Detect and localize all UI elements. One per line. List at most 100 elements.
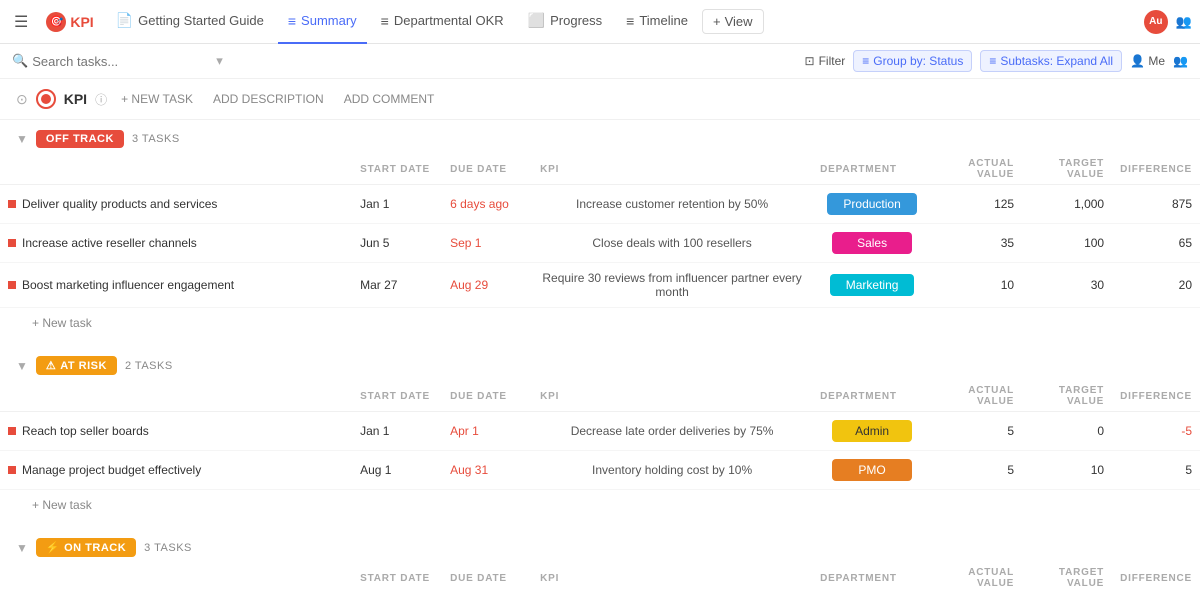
start-date-0-2: Mar 27 bbox=[352, 263, 442, 308]
col-header-diff-2: DIFFERENCE bbox=[1112, 381, 1200, 412]
task-name-1-0: Reach top seller boards bbox=[8, 424, 344, 438]
timeline-icon: ≡ bbox=[626, 13, 634, 29]
off-track-badge: OFF TRACK bbox=[36, 130, 124, 148]
search-icon: 🔍 bbox=[12, 53, 28, 69]
dept-0-1: Sales bbox=[812, 224, 932, 263]
col-header-diff-3: DIFFERENCE bbox=[1112, 563, 1200, 592]
add-description-action[interactable]: ADD DESCRIPTION bbox=[207, 92, 330, 106]
actual-0-1: 35 bbox=[932, 224, 1022, 263]
at-risk-table: START DATE DUE DATE KPI DEPARTMENT ACTUA… bbox=[0, 381, 1200, 490]
col-header-target: TARGET VALUE bbox=[1022, 154, 1112, 185]
diff-0-1: 65 bbox=[1112, 224, 1200, 263]
departmental-icon: ≡ bbox=[381, 13, 389, 29]
due-date-1-0: Apr 1 bbox=[442, 412, 532, 451]
users-filter-button[interactable]: 👥 bbox=[1173, 54, 1188, 68]
tab-progress[interactable]: ⬜ Progress bbox=[518, 0, 612, 44]
table-row[interactable]: Boost marketing influencer engagement Ma… bbox=[0, 263, 1200, 308]
task-square-red bbox=[8, 466, 16, 474]
due-date-0-0: 6 days ago bbox=[442, 185, 532, 224]
table-row[interactable]: Reach top seller boards Jan 1 Apr 1 Decr… bbox=[0, 412, 1200, 451]
group-on-track-toggle[interactable]: ▼ bbox=[16, 541, 28, 555]
group-at-risk-toggle[interactable]: ▼ bbox=[16, 359, 28, 373]
dept-badge-production: Production bbox=[827, 193, 916, 215]
diff-1-0: -5 bbox=[1112, 412, 1200, 451]
group-off-track-header: ▼ OFF TRACK 3 TASKS bbox=[0, 120, 1200, 154]
col-header-due-3: DUE DATE bbox=[442, 563, 532, 592]
subtasks-button[interactable]: ≡ Subtasks: Expand All bbox=[980, 50, 1122, 72]
table-row[interactable]: Increase active reseller channels Jun 5 … bbox=[0, 224, 1200, 263]
col-header-task-3 bbox=[0, 563, 352, 592]
kpi-status-icon bbox=[36, 89, 56, 109]
search-dropdown-chevron[interactable]: ▾ bbox=[216, 53, 223, 69]
start-date-1-1: Aug 1 bbox=[352, 451, 442, 490]
off-track-label: OFF TRACK bbox=[46, 133, 114, 145]
due-date-0-2: Aug 29 bbox=[442, 263, 532, 308]
filter-icon: ⊡ bbox=[805, 54, 815, 68]
at-risk-count: 2 TASKS bbox=[125, 360, 173, 372]
col-header-start-2: START DATE bbox=[352, 381, 442, 412]
app-title: KPI bbox=[70, 14, 93, 30]
task-name-0-2: Boost marketing influencer engagement bbox=[8, 278, 344, 292]
group-icon: ≡ bbox=[862, 54, 869, 68]
actual-0-0: 125 bbox=[932, 185, 1022, 224]
main-content: ▼ OFF TRACK 3 TASKS START DATE DUE DATE … bbox=[0, 120, 1200, 592]
due-date-1-1: Aug 31 bbox=[442, 451, 532, 490]
filter-toolbar: ⊡ Filter ≡ Group by: Status ≡ Subtasks: … bbox=[805, 50, 1188, 72]
add-comment-action[interactable]: ADD COMMENT bbox=[338, 92, 441, 106]
on-track-table: START DATE DUE DATE KPI DEPARTMENT ACTUA… bbox=[0, 563, 1200, 592]
col-header-dept-3: DEPARTMENT bbox=[812, 563, 932, 592]
users-button[interactable]: 👥 bbox=[1176, 14, 1192, 30]
dept-badge-admin: Admin bbox=[832, 420, 912, 442]
tab-departmental-okr[interactable]: ≡ Departmental OKR bbox=[371, 0, 514, 44]
group-by-button[interactable]: ≡ Group by: Status bbox=[853, 50, 972, 72]
kpi-collapse-toggle[interactable]: ⊙ bbox=[16, 91, 28, 108]
table-row[interactable]: Deliver quality products and services Ja… bbox=[0, 185, 1200, 224]
col-header-due-2: DUE DATE bbox=[442, 381, 532, 412]
group-off-track-toggle[interactable]: ▼ bbox=[16, 132, 28, 146]
col-header-kpi-2: KPI bbox=[532, 381, 812, 412]
tab-getting-started[interactable]: 📄 Getting Started Guide bbox=[106, 0, 274, 44]
tab-timeline[interactable]: ≡ Timeline bbox=[616, 0, 698, 44]
filter-button[interactable]: ⊡ Filter bbox=[805, 54, 846, 68]
on-track-count: 3 TASKS bbox=[144, 542, 192, 554]
new-task-action[interactable]: + NEW TASK bbox=[115, 92, 199, 106]
target-0-1: 100 bbox=[1022, 224, 1112, 263]
table-row[interactable]: Manage project budget effectively Aug 1 … bbox=[0, 451, 1200, 490]
col-header-actual-3: ACTUAL VALUE bbox=[932, 563, 1022, 592]
on-track-label: ON TRACK bbox=[64, 542, 126, 554]
task-square-red bbox=[8, 239, 16, 247]
task-square-red bbox=[8, 281, 16, 289]
tab-summary[interactable]: ≡ Summary bbox=[278, 0, 367, 44]
users-filter-icon: 👥 bbox=[1173, 54, 1188, 68]
dept-badge-sales: Sales bbox=[832, 232, 912, 254]
search-input[interactable] bbox=[32, 54, 212, 69]
kpi-1-0: Decrease late order deliveries by 75% bbox=[532, 412, 812, 451]
summary-icon: ≡ bbox=[288, 13, 296, 29]
col-header-start: START DATE bbox=[352, 154, 442, 185]
add-view-button[interactable]: + View bbox=[702, 9, 764, 34]
warning-icon: ⚠ bbox=[46, 359, 56, 372]
dept-1-0: Admin bbox=[812, 412, 932, 451]
hamburger-menu[interactable]: ☰ bbox=[8, 8, 34, 36]
plus-icon: + bbox=[713, 14, 721, 29]
col-header-actual: ACTUAL VALUE bbox=[932, 154, 1022, 185]
col-header-kpi-3: KPI bbox=[532, 563, 812, 592]
subtasks-icon: ≡ bbox=[989, 54, 996, 68]
filter-label: Filter bbox=[819, 54, 846, 68]
dept-0-2: Marketing bbox=[812, 263, 932, 308]
kpi-info-icon[interactable]: ⓘ bbox=[95, 91, 107, 108]
group-at-risk-header: ▼ ⚠ AT RISK 2 TASKS bbox=[0, 346, 1200, 381]
getting-started-icon: 📄 bbox=[116, 12, 133, 29]
user-avatar[interactable]: Au bbox=[1144, 10, 1168, 34]
task-square-red bbox=[8, 427, 16, 435]
lightning-icon: ⚡ bbox=[46, 541, 60, 554]
actual-0-2: 10 bbox=[932, 263, 1022, 308]
col-header-start-3: START DATE bbox=[352, 563, 442, 592]
tab-departmental-label: Departmental OKR bbox=[394, 13, 504, 28]
me-button[interactable]: 👤 Me bbox=[1130, 54, 1165, 68]
users-icon: 👥 bbox=[1176, 14, 1192, 30]
actual-1-1: 5 bbox=[932, 451, 1022, 490]
off-track-new-task[interactable]: + New task bbox=[0, 308, 1200, 338]
group-on-track-header: ▼ ⚡ ON TRACK 3 TASKS bbox=[0, 528, 1200, 563]
at-risk-new-task[interactable]: + New task bbox=[0, 490, 1200, 520]
